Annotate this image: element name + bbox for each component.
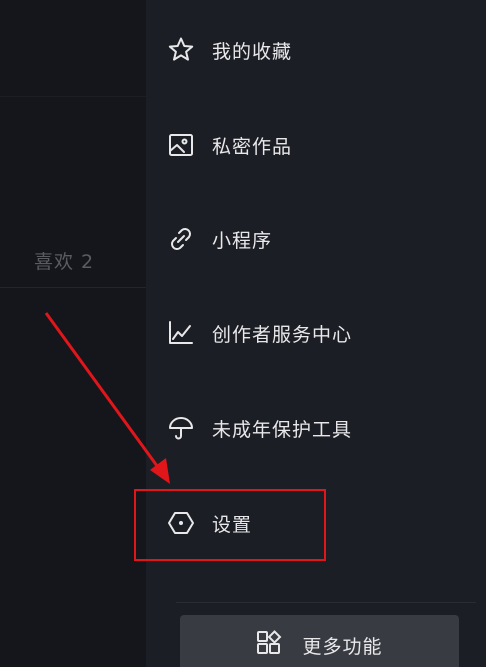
divider — [176, 602, 476, 603]
menu-item-label: 未成年保护工具 — [212, 418, 353, 441]
chart-icon — [166, 318, 196, 348]
more-features-label: 更多功能 — [302, 635, 383, 658]
screen: 喜欢 2 我的收藏 私密作品 小程序 创作者服务中心 未成年保护工具 设置 更多… — [0, 0, 486, 667]
menu-item-label: 创作者服务中心 — [212, 323, 353, 346]
side-drawer: 我的收藏 私密作品 小程序 创作者服务中心 未成年保护工具 设置 — [146, 0, 486, 667]
menu-item-minor-protection[interactable]: 未成年保护工具 — [146, 398, 486, 458]
divider — [0, 96, 146, 97]
tab-likes[interactable]: 喜欢 2 — [34, 247, 94, 274]
image-icon — [166, 130, 196, 160]
menu-item-label: 我的收藏 — [212, 40, 293, 63]
profile-background-panel[interactable]: 喜欢 2 — [0, 0, 146, 667]
link-icon — [166, 224, 196, 254]
divider — [0, 287, 146, 288]
grid-apps-icon — [256, 630, 282, 660]
menu-item-private-works[interactable]: 私密作品 — [146, 115, 486, 175]
menu-item-label: 私密作品 — [212, 135, 293, 158]
star-icon — [166, 35, 196, 65]
menu-item-favorites[interactable]: 我的收藏 — [146, 20, 486, 80]
menu-item-label: 小程序 — [212, 229, 273, 252]
menu-item-mini-programs[interactable]: 小程序 — [146, 209, 486, 269]
more-features-button[interactable]: 更多功能 — [180, 615, 459, 667]
annotation-highlight-box — [134, 489, 326, 561]
umbrella-icon — [166, 413, 196, 443]
menu-item-creator-center[interactable]: 创作者服务中心 — [146, 303, 486, 363]
